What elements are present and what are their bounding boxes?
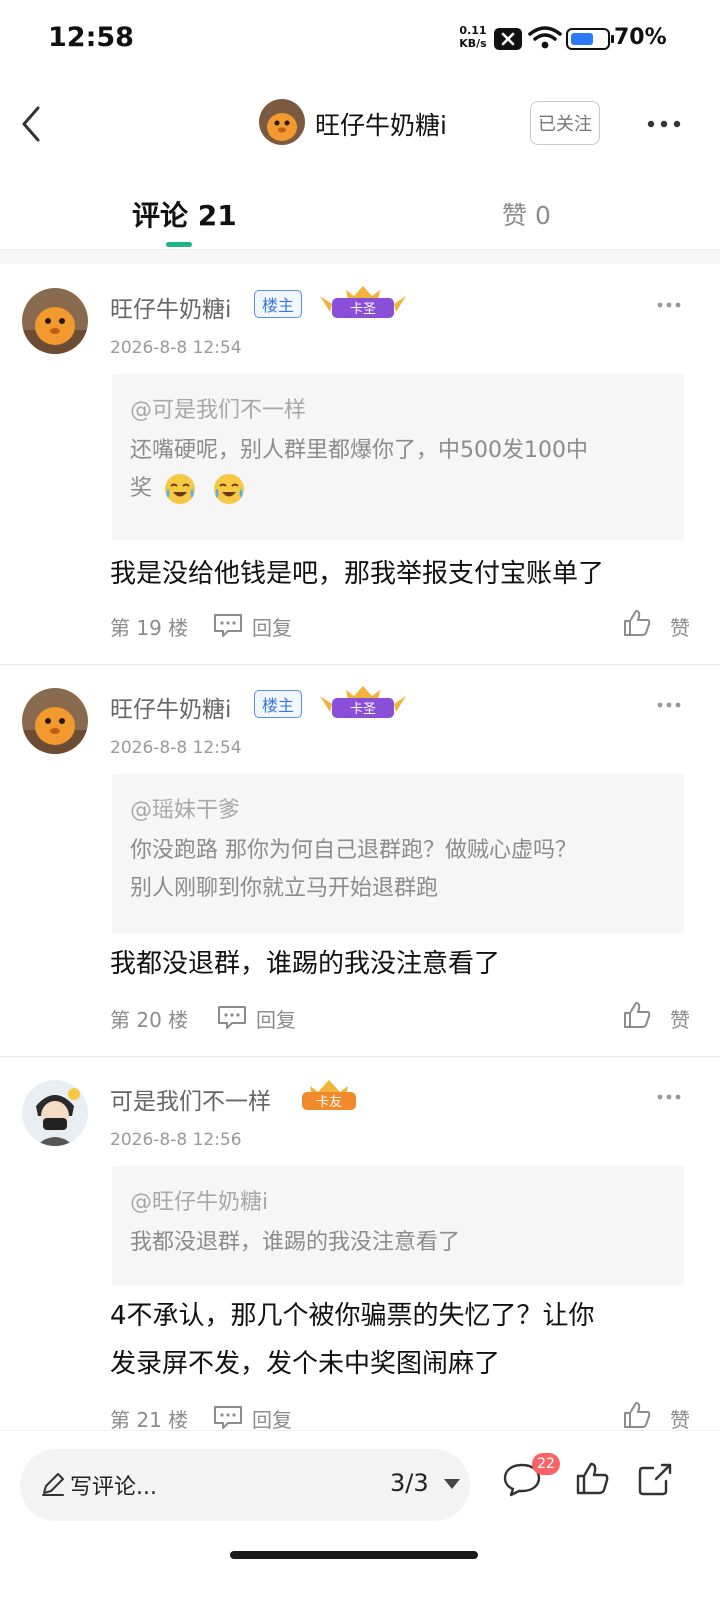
reply-icon[interactable] (216, 1004, 248, 1030)
quote-text: 你没跑路 那你为何自己退群跑？做贼心虚吗？ 别人刚聊到你就立马开始退群跑 (130, 832, 666, 908)
quote-text-line: 别人刚聊到你就立马开始退群跑 (130, 876, 439, 901)
level-badge-text: 卡友 (316, 1094, 342, 1110)
battery-fill (571, 33, 593, 45)
page-indicator[interactable]: 3/3 (390, 1469, 429, 1497)
crying-laughing-emoji-icon (214, 474, 245, 504)
reply-button[interactable]: 回复 (252, 612, 292, 641)
quote-text: 我都没退群，谁踢的我没注意看了 (130, 1224, 666, 1262)
quote-target: @可是我们不一样 (130, 398, 307, 423)
comment-input[interactable]: 写评论... 3/3 (20, 1449, 470, 1521)
comment-body: 我都没退群，谁踢的我没注意看了 (110, 949, 501, 979)
author-name[interactable]: 旺仔牛奶糖i (315, 106, 447, 142)
pen-icon (42, 1473, 64, 1496)
network-speed-value: 0.11 (459, 24, 487, 37)
comment-more-icon[interactable] (656, 300, 682, 310)
reply-icon[interactable] (212, 1404, 244, 1430)
like-icon[interactable] (622, 608, 652, 638)
network-speed-unit: KB/s (459, 37, 487, 50)
header: 旺仔牛奶糖i 已关注 (0, 92, 720, 156)
comment-avatar[interactable] (22, 688, 88, 754)
comment-author[interactable]: 旺仔牛奶糖i (110, 290, 231, 324)
quote-text-line: 你没跑路 那你为何自己退群跑？做贼心虚吗？ (130, 838, 577, 863)
comment-author[interactable]: 旺仔牛奶糖i (110, 690, 231, 724)
comment-more-icon[interactable] (656, 1092, 682, 1102)
level-badge-icon: 卡圣 (320, 286, 406, 318)
more-icon[interactable] (644, 112, 684, 136)
network-speed: 0.11 KB/s (456, 24, 490, 50)
tab-bar: 评论 21 赞 0 (0, 180, 720, 250)
quote-text: 还嘴硬呢，别人群里都爆你了，中500发100中 奖 (130, 432, 666, 508)
comment-footer: 第 20 楼 回复 赞 (110, 1000, 690, 1036)
level-badge-text: 卡圣 (350, 302, 376, 317)
status-bar: 12:58 0.11 KB/s 70% (0, 0, 720, 80)
comment-body-line: 4不承认，那几个被你骗票的失忆了？让你 (110, 1301, 595, 1331)
reply-button[interactable]: 回复 (252, 1404, 292, 1433)
quote-target: @瑶妹干爹 (130, 798, 241, 823)
list-separator (0, 250, 720, 264)
level-badge-icon: 卡友 (302, 1080, 356, 1110)
like-icon[interactable] (622, 1000, 652, 1030)
tab-comments[interactable]: 评论 21 (132, 194, 237, 234)
bottom-bar: 写评论... 3/3 22 (0, 1430, 720, 1600)
comment-body: 4不承认，那几个被你骗票的失忆了？让你 发录屏不发，发个未中奖图闹麻了 (110, 1292, 690, 1388)
comment-time: 2026-8-8 12:56 (110, 1130, 242, 1150)
wifi-icon (528, 26, 562, 49)
host-badge: 楼主 (254, 690, 303, 718)
floor-number: 第 20 楼 (110, 1008, 189, 1032)
comment-input-placeholder: 写评论... (70, 1475, 157, 1500)
back-icon[interactable] (16, 104, 52, 144)
comment-footer: 第 19 楼 回复 赞 (110, 608, 690, 644)
battery-icon (566, 28, 614, 50)
no-sim-icon (494, 28, 522, 50)
like-icon[interactable] (574, 1461, 610, 1497)
comment-avatar[interactable] (22, 1080, 88, 1146)
host-badge: 楼主 (254, 290, 303, 318)
level-badge-text: 卡圣 (350, 702, 376, 717)
crying-laughing-emoji-icon (165, 474, 196, 504)
comment-more-icon[interactable] (656, 700, 682, 710)
like-button[interactable]: 赞 (670, 612, 690, 641)
follow-button[interactable]: 已关注 (530, 101, 600, 145)
tab-likes[interactable]: 赞 0 (502, 196, 551, 232)
reply-button[interactable]: 回复 (256, 1004, 296, 1033)
like-button[interactable]: 赞 (670, 1004, 690, 1033)
share-icon[interactable] (636, 1461, 674, 1497)
reply-icon[interactable] (212, 612, 244, 638)
comment-body: 我是没给他钱是吧，那我举报支付宝账单了 (110, 559, 605, 589)
comment-count-badge: 22 (532, 1453, 560, 1475)
comment-divider (0, 664, 720, 665)
quoted-comment[interactable]: @旺仔牛奶糖i 我都没退群，谁踢的我没注意看了 (112, 1166, 684, 1286)
quote-text-line: 还嘴硬呢，别人群里都爆你了，中500发100中 (130, 438, 588, 463)
tab-active-indicator (166, 242, 192, 247)
status-time: 12:58 (48, 22, 134, 53)
quote-text-line: 我都没退群，谁踢的我没注意看了 (130, 1230, 461, 1255)
like-icon[interactable] (622, 1400, 652, 1430)
comment-time: 2026-8-8 12:54 (110, 738, 242, 758)
battery-percent: 70% (614, 25, 667, 50)
comment-author[interactable]: 可是我们不一样 (110, 1082, 271, 1116)
author-avatar[interactable] (259, 99, 305, 145)
comment-time: 2026-8-8 12:54 (110, 338, 242, 358)
comment-divider (0, 1056, 720, 1057)
like-button[interactable]: 赞 (670, 1404, 690, 1433)
quote-text-line: 奖 (130, 476, 153, 501)
quote-target: @旺仔牛奶糖i (130, 1190, 269, 1215)
floor-number: 第 19 楼 (110, 616, 189, 640)
level-badge-icon: 卡圣 (320, 686, 406, 718)
comment-avatar[interactable] (22, 288, 88, 354)
quoted-comment[interactable]: @瑶妹干爹 你没跑路 那你为何自己退群跑？做贼心虚吗？ 别人刚聊到你就立马开始退… (112, 774, 684, 934)
comment-body-line: 发录屏不发，发个未中奖图闹麻了 (110, 1349, 501, 1379)
home-indicator[interactable] (230, 1551, 478, 1559)
chevron-down-icon[interactable] (444, 1479, 460, 1489)
floor-number: 第 21 楼 (110, 1408, 189, 1432)
quoted-comment[interactable]: @可是我们不一样 还嘴硬呢，别人群里都爆你了，中500发100中 奖 (112, 374, 684, 540)
